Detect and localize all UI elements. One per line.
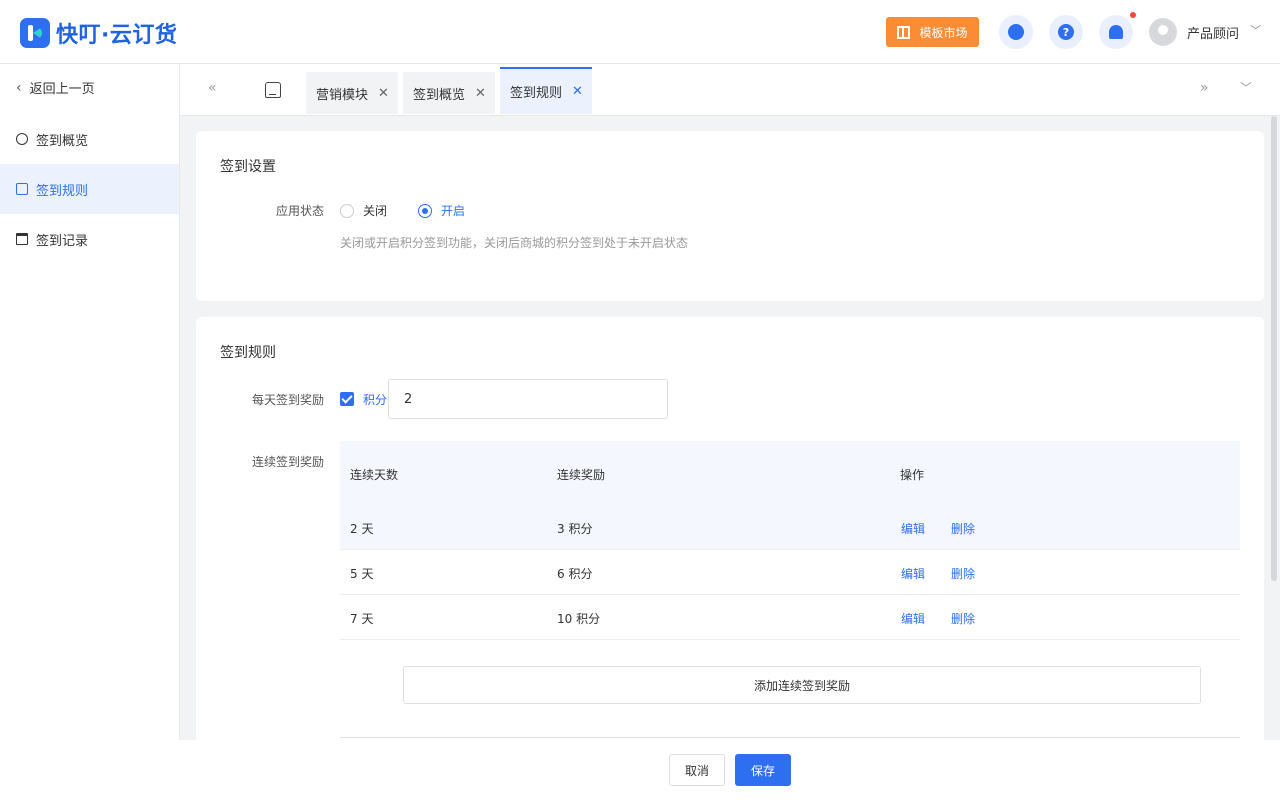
settings-card: 签到设置 应用状态 关闭 开启 关闭或开启积分签到功能，关闭后商城的积分签到处于… [196,131,1264,301]
user-name[interactable]: 产品顾问 [1187,23,1239,42]
table-header: 连续天数 连续奖励 操作 [340,441,1240,505]
delete-link[interactable]: 删除 [951,610,975,627]
close-icon[interactable]: ✕ [475,86,486,101]
question-icon: ? [1058,24,1074,40]
daily-points-label[interactable]: 积分 [363,391,387,408]
sidebar-item-label: 签到记录 [36,233,89,249]
tabs-prev-icon[interactable]: « [208,80,217,96]
sidebar: ‹ 返回上一页 签到概览 签到规则 签到记录 [0,64,180,800]
add-streak-reward-label: 添加连续签到奖励 [753,678,850,693]
brand-name: 快叮·云订货 [56,23,178,48]
tab-label: 营销模块 [316,87,369,103]
table-row: 2 天 3 积分 编辑 删除 [340,505,1240,550]
chevron-left-icon: ‹ [16,79,22,96]
delete-link[interactable]: 删除 [951,565,975,582]
sidebar-item-label: 签到概览 [36,133,89,149]
sidebar-item-rules[interactable]: 签到规则 [0,164,179,214]
streak-reward: 10 积分 [557,612,601,626]
calendar-icon [16,233,28,245]
daily-points-input[interactable] [388,379,668,419]
column-header: 连续天数 [350,468,399,482]
template-icon [897,25,911,39]
chevron-down-icon[interactable]: ﹀ [1250,22,1261,38]
headset-icon [1008,24,1024,40]
brand-logo[interactable]: 快叮·云订货 [20,17,177,49]
template-market-button[interactable]: 模板市场 [886,17,979,47]
close-icon[interactable]: ✕ [378,86,389,101]
edit-link[interactable]: 编辑 [901,610,925,627]
sidebar-item-overview[interactable]: 签到概览 [0,114,179,164]
table-row: 5 天 6 积分 编辑 删除 [340,550,1240,595]
notification-button[interactable] [1099,15,1133,49]
streak-days: 5 天 [350,567,374,581]
streak-reward-label: 连续签到奖励 [251,455,324,469]
home-icon[interactable] [265,82,281,98]
sidebar-item-records[interactable]: 签到记录 [0,214,179,264]
back-button[interactable]: ‹ 返回上一页 [16,78,95,98]
daily-reward-label: 每天签到奖励 [251,393,324,407]
top-header: 快叮·云订货 模板市场 ? 产品顾问 ﹀ [0,0,1280,64]
radio-circle [340,203,354,218]
action-footer: 取消 保存 [0,740,1280,800]
column-header: 连续奖励 [557,468,606,482]
document-icon [16,183,28,195]
avatar[interactable] [1149,18,1177,46]
add-streak-reward-button[interactable]: 添加连续签到奖励 [403,666,1201,704]
rules-title: 签到规则 [220,345,276,361]
tab-overview[interactable]: 签到概览 ✕ [403,72,495,114]
scrollbar-thumb[interactable] [1271,116,1277,581]
tab-label: 签到概览 [413,87,466,103]
help-button[interactable]: ? [1049,15,1083,49]
streak-days: 2 天 [350,522,374,536]
status-label: 应用状态 [275,204,324,218]
radio-label: 关闭 [363,204,388,218]
save-button[interactable]: 保存 [735,754,791,786]
scrollbar[interactable] [1271,116,1277,740]
streak-days: 7 天 [350,612,374,626]
close-icon[interactable]: ✕ [572,84,583,99]
tab-label: 签到规则 [510,86,563,101]
edit-link[interactable]: 编辑 [901,565,925,582]
streak-reward: 3 积分 [557,522,593,536]
sidebar-item-label: 签到规则 [36,183,89,199]
radio-circle [418,203,432,218]
customer-service-button[interactable] [999,15,1033,49]
divider [340,737,1240,738]
pie-chart-icon [16,133,28,145]
streak-reward: 6 积分 [557,567,593,581]
column-header: 操作 [900,468,925,482]
tabs-next-icon[interactable]: » [1200,80,1209,96]
radio-on[interactable]: 开启 [418,202,465,219]
radio-off[interactable]: 关闭 [340,202,387,219]
template-market-label: 模板市场 [919,25,968,40]
edit-link[interactable]: 编辑 [901,520,925,537]
streak-table: 连续天数 连续奖励 操作 2 天 3 积分 编辑 删除 5 天 6 积分 编辑 … [340,441,1240,640]
delete-link[interactable]: 删除 [951,520,975,537]
radio-label: 开启 [441,204,466,218]
logo-icon [20,18,50,48]
chevron-down-icon[interactable]: ﹀ [1240,79,1252,96]
notification-badge [1130,12,1136,18]
cancel-button[interactable]: 取消 [669,754,725,786]
tab-rules[interactable]: 签到规则 ✕ [500,67,592,114]
tab-marketing[interactable]: 营销模块 ✕ [306,72,398,114]
daily-points-checkbox[interactable] [340,392,354,406]
status-hint: 关闭或开启积分签到功能，关闭后商城的积分签到处于未开启状态 [340,236,689,250]
rules-card: 签到规则 每天签到奖励 积分 连续签到奖励 连续天数 连续奖励 操作 2 天 3… [196,317,1264,757]
bell-icon [1109,25,1123,39]
back-label: 返回上一页 [29,82,95,97]
settings-title: 签到设置 [220,159,276,175]
tab-bar: « 营销模块 ✕ 签到概览 ✕ 签到规则 ✕ » ﹀ [180,64,1280,116]
table-row: 7 天 10 积分 编辑 删除 [340,595,1240,640]
